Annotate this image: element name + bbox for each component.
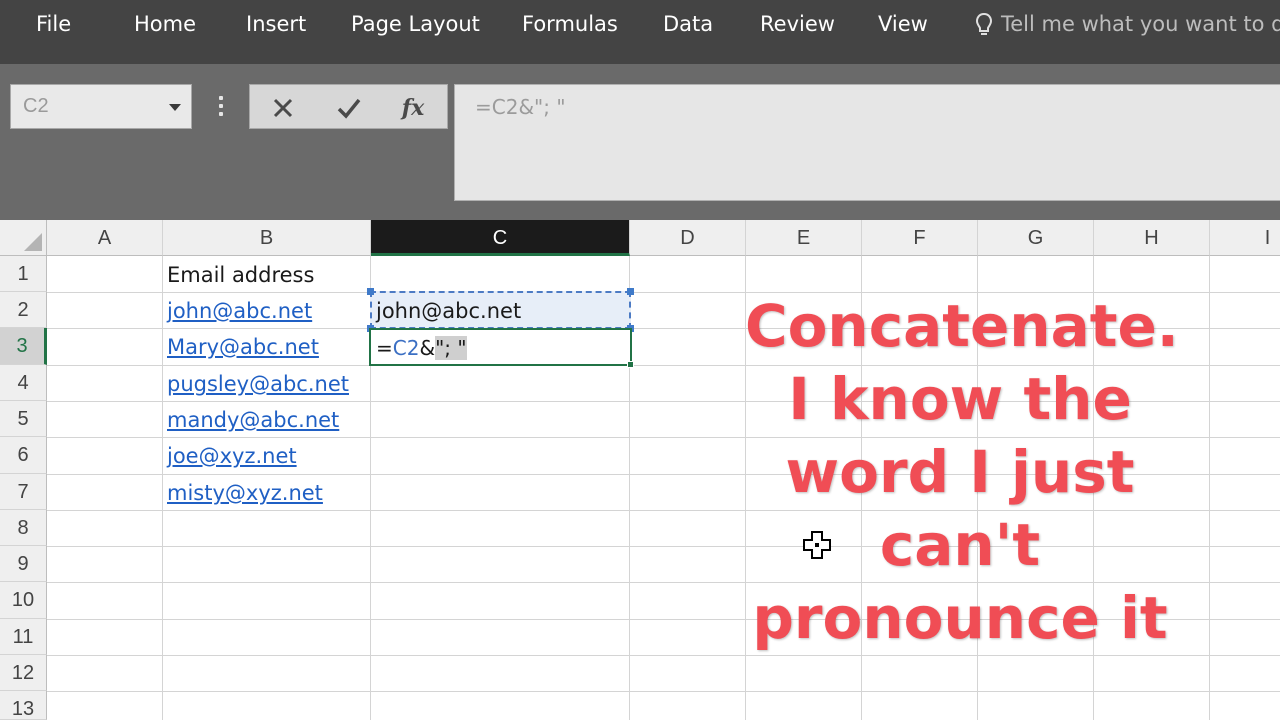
row-header-7[interactable]: 7 (0, 474, 47, 510)
row-header-5[interactable]: 5 (0, 401, 47, 437)
x-icon (273, 98, 293, 118)
tell-me-label: Tell me what you want to do (1001, 12, 1280, 36)
formula-buttons: fx (249, 84, 448, 129)
gridline (1209, 256, 1210, 720)
insert-function-button[interactable]: fx (398, 93, 428, 123)
name-box[interactable]: C2 (10, 84, 192, 129)
column-header-b[interactable]: B (163, 220, 371, 256)
column-header-i[interactable]: I (1210, 220, 1280, 256)
row-header-12[interactable]: 12 (0, 655, 47, 691)
tab-review[interactable]: Review (760, 10, 835, 38)
check-icon (337, 98, 361, 119)
row-header-9[interactable]: 9 (0, 546, 47, 582)
fill-handle[interactable] (627, 361, 634, 368)
row-header-6[interactable]: 6 (0, 437, 47, 474)
cell-cursor-icon (803, 531, 831, 559)
select-all-button[interactable] (0, 220, 47, 256)
cancel-button[interactable] (268, 93, 298, 123)
cell-b2-link[interactable]: john@abc.net (167, 293, 312, 329)
gridline (47, 655, 1280, 656)
formula-input[interactable]: =C2&"; " (454, 84, 1280, 201)
column-header-f[interactable]: F (862, 220, 978, 256)
row-header-11[interactable]: 11 (0, 619, 47, 655)
cell-b5-link[interactable]: mandy@abc.net (167, 402, 339, 438)
overlay-line: I know the (788, 365, 1132, 433)
formula-selected-text: "; " (435, 336, 467, 360)
row-header-13[interactable]: 13 (0, 691, 47, 720)
formula-reference: C2 (392, 336, 420, 360)
resize-handle[interactable] (627, 288, 634, 295)
formula-operator: & (419, 336, 436, 360)
cell-b6-link[interactable]: joe@xyz.net (167, 438, 297, 474)
column-header-g[interactable]: G (978, 220, 1094, 256)
formula-text: =C2&"; " (475, 95, 566, 119)
tab-home[interactable]: Home (134, 10, 196, 38)
cell-c3-formula[interactable]: =C2&"; " (376, 330, 467, 366)
tab-insert[interactable]: Insert (246, 10, 306, 38)
enter-button[interactable] (334, 93, 364, 123)
cell-b1[interactable]: Email address (167, 257, 314, 293)
column-header-c[interactable]: C (371, 220, 630, 256)
more-options-icon[interactable] (219, 96, 223, 120)
tab-data[interactable]: Data (663, 10, 713, 38)
ribbon-tab-bar: File Home Insert Page Layout Formulas Da… (0, 0, 1280, 64)
row-header-1[interactable]: 1 (0, 256, 47, 292)
tab-file[interactable]: File (36, 10, 71, 38)
column-header-a[interactable]: A (47, 220, 163, 256)
tab-page-layout[interactable]: Page Layout (351, 10, 480, 38)
chevron-down-icon[interactable] (169, 104, 181, 111)
gridline (162, 256, 163, 720)
tab-view[interactable]: View (878, 10, 928, 38)
row-header-2[interactable]: 2 (0, 292, 47, 328)
row-header-10[interactable]: 10 (0, 582, 47, 619)
name-box-value: C2 (23, 95, 49, 117)
overlay-line: pronounce it (752, 584, 1168, 652)
resize-handle[interactable] (367, 288, 374, 295)
column-header-h[interactable]: H (1094, 220, 1210, 256)
cell-c2[interactable]: john@abc.net (376, 293, 521, 329)
overlay-line: Concatenate. (745, 292, 1179, 360)
column-header-d[interactable]: D (630, 220, 746, 256)
overlay-line: word I just (785, 438, 1135, 506)
row-header-3[interactable]: 3 (0, 328, 47, 365)
gridline (47, 691, 1280, 692)
lightbulb-icon (975, 12, 993, 35)
formula-prefix: = (376, 336, 393, 360)
row-header-8[interactable]: 8 (0, 510, 47, 546)
cell-b7-link[interactable]: misty@xyz.net (167, 475, 323, 511)
tab-formulas[interactable]: Formulas (522, 10, 618, 38)
tell-me-search[interactable]: Tell me what you want to do (975, 10, 1280, 38)
cell-b4-link[interactable]: pugsley@abc.net (167, 366, 349, 402)
cell-b3-link[interactable]: Mary@abc.net (167, 329, 319, 365)
column-header-e[interactable]: E (746, 220, 862, 256)
overlay-caption: Concatenate. I know the word I just can'… (745, 290, 1179, 655)
row-header-4[interactable]: 4 (0, 365, 47, 401)
